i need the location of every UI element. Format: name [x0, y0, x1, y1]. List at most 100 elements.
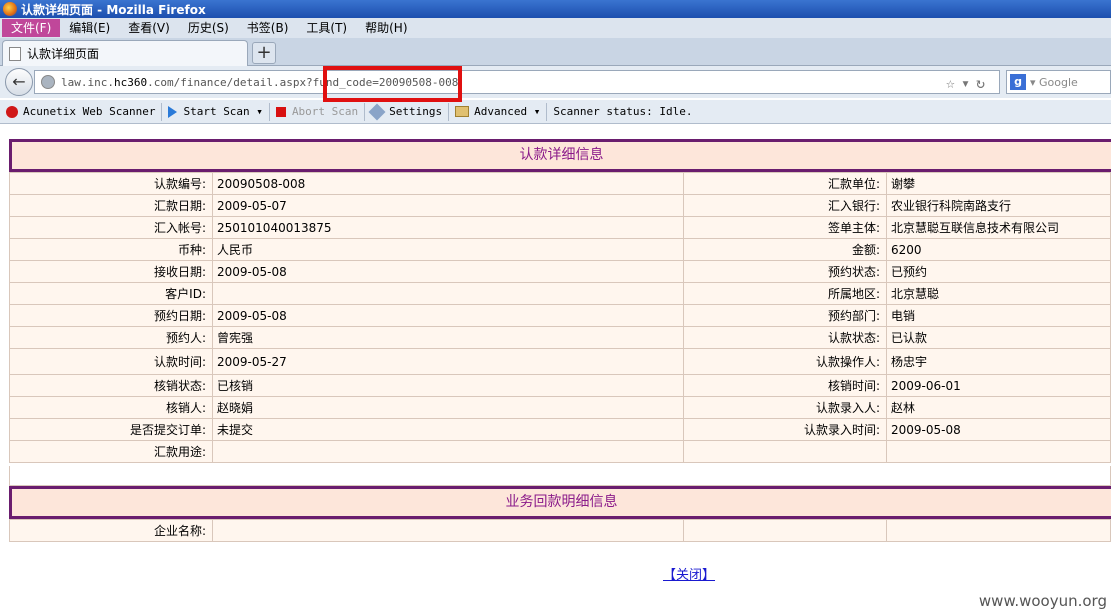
table-row: 汇款用途:: [9, 440, 1111, 463]
table-row: 客户ID: 所属地区: 北京慧聪: [9, 282, 1111, 305]
field-value: 人民币: [212, 238, 684, 261]
field-label: 认款时间:: [9, 348, 213, 375]
field-label: 接收日期:: [9, 260, 213, 283]
field-label: 汇款日期:: [9, 194, 213, 217]
field-value: 未提交: [212, 418, 684, 441]
settings-label: Settings: [389, 105, 443, 118]
tab-active[interactable]: 认款详细页面: [2, 40, 248, 66]
play-icon: [168, 105, 178, 118]
page-icon: [9, 46, 21, 61]
field-value: [212, 440, 684, 463]
acunetix-brand[interactable]: Acunetix Web Scanner: [0, 102, 163, 121]
table-spacer: [9, 466, 1111, 486]
field-label: 核销状态:: [9, 374, 213, 397]
table-row: 核销状态: 已核销 核销时间: 2009-06-01: [9, 374, 1111, 397]
field-value: 杨忠宇: [886, 348, 1111, 375]
section-header-detail: 认款详细信息: [9, 139, 1111, 172]
field-value: [886, 440, 1111, 463]
advanced-label: Advanced: [474, 105, 528, 118]
menu-history[interactable]: 历史(S): [179, 19, 238, 37]
field-value: 已预约: [886, 260, 1111, 283]
field-value: 电销: [886, 304, 1111, 327]
menu-tools[interactable]: 工具(T): [297, 19, 356, 37]
search-dropdown-icon[interactable]: ▾: [1030, 76, 1039, 89]
empty-cell: [886, 519, 1111, 542]
search-placeholder: Google: [1039, 75, 1078, 89]
abort-scan-button[interactable]: Abort Scan: [270, 102, 366, 121]
menu-bar: 文件(F) 编辑(E) 查看(V) 历史(S) 书签(B) 工具(T) 帮助(H…: [0, 18, 1111, 38]
field-value: 谢攀: [886, 172, 1111, 195]
google-icon[interactable]: g: [1010, 74, 1026, 90]
field-value: 6200: [886, 238, 1111, 261]
menu-bookmarks[interactable]: 书签(B): [238, 19, 298, 37]
company-value: [212, 519, 684, 542]
field-label: 汇款用途:: [9, 440, 213, 463]
tab-title: 认款详细页面: [27, 47, 100, 61]
navigation-bar: ← law.inc. hc360 .com/finance/detail.aspx?…: [0, 66, 1111, 98]
field-value: 已认款: [886, 326, 1111, 349]
bookmark-star-icon[interactable]: ☆: [946, 74, 961, 92]
field-label: 汇入银行:: [683, 194, 887, 217]
table-row: 汇入帐号: 250101040013875 签单主体: 北京慧聪互联信息技术有限公司: [9, 216, 1111, 239]
field-value: [212, 282, 684, 305]
field-value: 北京慧聪: [886, 282, 1111, 305]
url-host: hc360: [113, 75, 148, 89]
dropdown-arrow-icon[interactable]: ▾: [961, 74, 976, 92]
back-button[interactable]: ←: [5, 68, 33, 96]
field-label: 认款录入时间:: [683, 418, 887, 441]
menu-file[interactable]: 文件(F): [2, 19, 61, 37]
menu-edit[interactable]: 编辑(E): [60, 19, 119, 37]
url-host-suffix: .com: [147, 75, 174, 89]
field-value: 北京慧聪互联信息技术有限公司: [886, 216, 1111, 239]
field-value: 赵晓娟: [212, 396, 684, 419]
start-scan-button[interactable]: Start Scan ▾: [162, 102, 270, 121]
stop-icon: [275, 106, 286, 117]
field-label: 汇款单位:: [683, 172, 887, 195]
advanced-button[interactable]: Advanced ▾: [449, 102, 548, 121]
field-label: 币种:: [9, 238, 213, 261]
field-value: 20090508-008: [212, 172, 684, 195]
field-label: 签单主体:: [683, 216, 887, 239]
field-value: 2009-05-07: [212, 194, 684, 217]
field-label: 认款操作人:: [683, 348, 887, 375]
field-label: 核销时间:: [683, 374, 887, 397]
url-bar[interactable]: law.inc. hc360 .com/finance/detail.aspx?fu…: [34, 70, 1000, 94]
field-value: 2009-05-08: [212, 260, 684, 283]
payment-table: 企业名称:: [9, 519, 1111, 542]
field-label: [683, 440, 887, 463]
table-row: 币种: 人民币 金额: 6200: [9, 238, 1111, 261]
detail-table: 认款编号: 20090508-008 汇款单位: 谢攀 汇款日期: 2009-05-0…: [9, 172, 1111, 463]
url-host-prefix: law.inc.: [61, 75, 114, 89]
search-box[interactable]: g ▾ Google: [1006, 70, 1111, 94]
menu-view[interactable]: 查看(V): [119, 19, 179, 37]
wrench-icon: [368, 103, 386, 120]
table-row: 接收日期: 2009-05-08 预约状态: 已预约: [9, 260, 1111, 283]
new-tab-button[interactable]: +: [252, 42, 276, 64]
field-value: 2009-06-01: [886, 374, 1111, 397]
field-label: 是否提交订单:: [9, 418, 213, 441]
field-value: 2009-05-08: [212, 304, 684, 327]
close-link[interactable]: 【关闭】: [663, 564, 715, 583]
site-identity-icon[interactable]: [41, 75, 55, 89]
field-label: 认款状态:: [683, 326, 887, 349]
field-label: 所属地区:: [683, 282, 887, 305]
table-row: 认款编号: 20090508-008 汇款单位: 谢攀: [9, 172, 1111, 195]
menu-help[interactable]: 帮助(H): [356, 19, 416, 37]
settings-button[interactable]: Settings: [365, 102, 450, 121]
field-value: 农业银行科院南路支行: [886, 194, 1111, 217]
field-value: 曾宪强: [212, 326, 684, 349]
scanner-status: Scanner status: Idle.: [553, 105, 693, 118]
acunetix-icon: [6, 105, 18, 118]
abort-scan-label: Abort Scan: [291, 105, 359, 118]
acunetix-label: Acunetix Web Scanner: [23, 105, 156, 118]
field-label: 预约部门:: [683, 304, 887, 327]
tab-strip: 认款详细页面 +: [0, 38, 1111, 66]
empty-cell: [683, 519, 887, 542]
table-row: 预约日期: 2009-05-08 预约部门: 电销: [9, 304, 1111, 327]
field-label: 金额:: [683, 238, 887, 261]
field-value: 已核销: [212, 374, 684, 397]
reload-icon[interactable]: ↻: [976, 74, 991, 92]
table-row: 汇款日期: 2009-05-07 汇入银行: 农业银行科院南路支行: [9, 194, 1111, 217]
field-label: 客户ID:: [9, 282, 213, 305]
field-value: 250101040013875: [212, 216, 684, 239]
